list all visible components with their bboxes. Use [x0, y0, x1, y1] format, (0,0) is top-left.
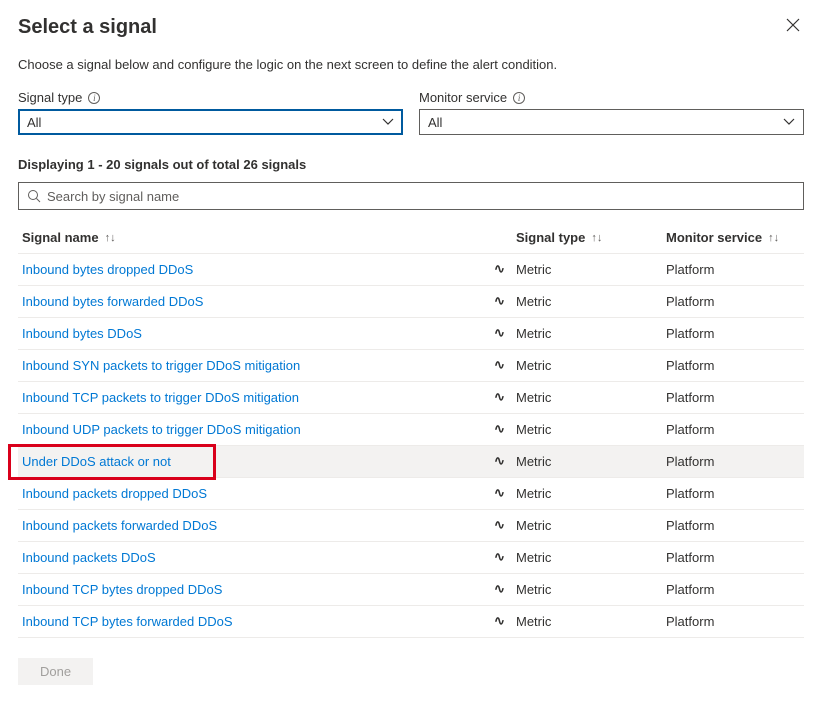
column-signal-type[interactable]: Signal type ↑↓: [516, 230, 666, 245]
signal-type-value: Metric: [516, 486, 666, 501]
signal-type-value: Metric: [516, 358, 666, 373]
metric-icon: ∿: [494, 390, 504, 405]
metric-icon: ∿: [494, 454, 504, 469]
chevron-down-icon: [382, 118, 394, 126]
signal-type-dropdown[interactable]: All: [18, 109, 403, 135]
monitor-service-value: Platform: [666, 422, 800, 437]
monitor-service-value: All: [428, 115, 442, 130]
column-monitor-service[interactable]: Monitor service ↑↓: [666, 230, 800, 245]
monitor-service-value: Platform: [666, 582, 800, 597]
monitor-service-value: Platform: [666, 614, 800, 629]
search-icon: [27, 189, 41, 203]
sort-icon: ↑↓: [591, 232, 602, 244]
monitor-service-value: Platform: [666, 486, 800, 501]
displaying-text: Displaying 1 - 20 signals out of total 2…: [18, 157, 804, 172]
signal-link[interactable]: Inbound packets forwarded DDoS: [22, 518, 217, 533]
monitor-service-dropdown[interactable]: All: [419, 109, 804, 135]
signal-type-value: Metric: [516, 326, 666, 341]
table-row[interactable]: Inbound packets DDoS ∿ MetricPlatform: [18, 542, 804, 574]
signal-type-value: Metric: [516, 262, 666, 277]
monitor-service-value: Platform: [666, 326, 800, 341]
table-row[interactable]: Inbound bytes forwarded DDoS ∿ MetricPlatf…: [18, 286, 804, 318]
metric-icon: ∿: [494, 294, 504, 309]
signal-link[interactable]: Inbound bytes DDoS: [22, 326, 142, 341]
signal-type-value: All: [27, 115, 41, 130]
table-row[interactable]: Inbound SYN packets to trigger DDoS miti…: [18, 350, 804, 382]
metric-icon: ∿: [494, 486, 504, 501]
signal-type-label: Signal type i: [18, 90, 403, 105]
close-button[interactable]: [782, 16, 804, 38]
column-signal-name[interactable]: Signal name ↑↓: [22, 230, 482, 245]
signal-type-value: Metric: [516, 614, 666, 629]
table-row[interactable]: Inbound bytes DDoS ∿ MetricPlatform: [18, 318, 804, 350]
monitor-service-value: Platform: [666, 518, 800, 533]
monitor-service-label-text: Monitor service: [419, 90, 507, 105]
table-row[interactable]: Inbound UDP packets to trigger DDoS miti…: [18, 414, 804, 446]
signal-link[interactable]: Inbound packets DDoS: [22, 550, 156, 565]
metric-icon: ∿: [494, 518, 504, 533]
table-row[interactable]: Inbound TCP bytes forwarded DDoS ∿ MetricP…: [18, 606, 804, 638]
signal-link[interactable]: Inbound TCP packets to trigger DDoS miti…: [22, 390, 299, 405]
signal-type-value: Metric: [516, 390, 666, 405]
signal-type-value: Metric: [516, 518, 666, 533]
signal-link[interactable]: Inbound bytes dropped DDoS: [22, 262, 193, 277]
column-monitor-service-text: Monitor service: [666, 230, 762, 245]
metric-icon: ∿: [494, 550, 504, 565]
metric-icon: ∿: [494, 422, 504, 437]
search-input[interactable]: [47, 189, 795, 204]
signal-type-value: Metric: [516, 294, 666, 309]
signal-link[interactable]: Inbound packets dropped DDoS: [22, 486, 207, 501]
signal-link[interactable]: Inbound TCP bytes dropped DDoS: [22, 582, 222, 597]
table-row[interactable]: Inbound packets dropped DDoS ∿ MetricPlatf…: [18, 478, 804, 510]
monitor-service-value: Platform: [666, 262, 800, 277]
signal-link[interactable]: Under DDoS attack or not: [22, 454, 171, 469]
table-row[interactable]: Inbound TCP bytes dropped DDoS ∿ MetricPla…: [18, 574, 804, 606]
close-icon: [786, 18, 800, 32]
monitor-service-value: Platform: [666, 454, 800, 469]
monitor-service-value: Platform: [666, 390, 800, 405]
signal-type-value: Metric: [516, 422, 666, 437]
metric-icon: ∿: [494, 614, 504, 629]
search-box[interactable]: [18, 182, 804, 210]
signals-table: Signal name ↑↓ Signal type ↑↓ Monitor se…: [18, 222, 804, 638]
signal-type-value: Metric: [516, 454, 666, 469]
signal-type-value: Metric: [516, 550, 666, 565]
metric-icon: ∿: [494, 326, 504, 341]
sort-icon: ↑↓: [768, 232, 779, 244]
monitor-service-value: Platform: [666, 358, 800, 373]
signal-link[interactable]: Inbound TCP bytes forwarded DDoS: [22, 614, 233, 629]
monitor-service-value: Platform: [666, 294, 800, 309]
table-row[interactable]: Inbound bytes dropped DDoS ∿ MetricPlatfor…: [18, 254, 804, 286]
signal-link[interactable]: Inbound SYN packets to trigger DDoS miti…: [22, 358, 300, 373]
metric-icon: ∿: [494, 262, 504, 277]
signal-link[interactable]: Inbound bytes forwarded DDoS: [22, 294, 203, 309]
subtitle-text: Choose a signal below and configure the …: [18, 57, 804, 72]
info-icon[interactable]: i: [513, 92, 525, 104]
column-signal-name-text: Signal name: [22, 230, 99, 245]
signal-link[interactable]: Inbound UDP packets to trigger DDoS miti…: [22, 422, 301, 437]
column-signal-type-text: Signal type: [516, 230, 585, 245]
monitor-service-label: Monitor service i: [419, 90, 804, 105]
table-header: Signal name ↑↓ Signal type ↑↓ Monitor se…: [18, 222, 804, 254]
metric-icon: ∿: [494, 358, 504, 373]
page-title: Select a signal: [18, 16, 157, 39]
signal-type-value: Metric: [516, 582, 666, 597]
done-button[interactable]: Done: [18, 658, 93, 685]
table-row[interactable]: Inbound packets forwarded DDoS ∿ MetricPla…: [18, 510, 804, 542]
chevron-down-icon: [783, 118, 795, 126]
monitor-service-value: Platform: [666, 550, 800, 565]
info-icon[interactable]: i: [88, 92, 100, 104]
signal-type-label-text: Signal type: [18, 90, 82, 105]
sort-icon: ↑↓: [105, 232, 116, 244]
table-row[interactable]: Inbound TCP packets to trigger DDoS miti…: [18, 382, 804, 414]
metric-icon: ∿: [494, 582, 504, 597]
table-row[interactable]: Under DDoS attack or not ∿ MetricPlatform: [18, 446, 804, 478]
